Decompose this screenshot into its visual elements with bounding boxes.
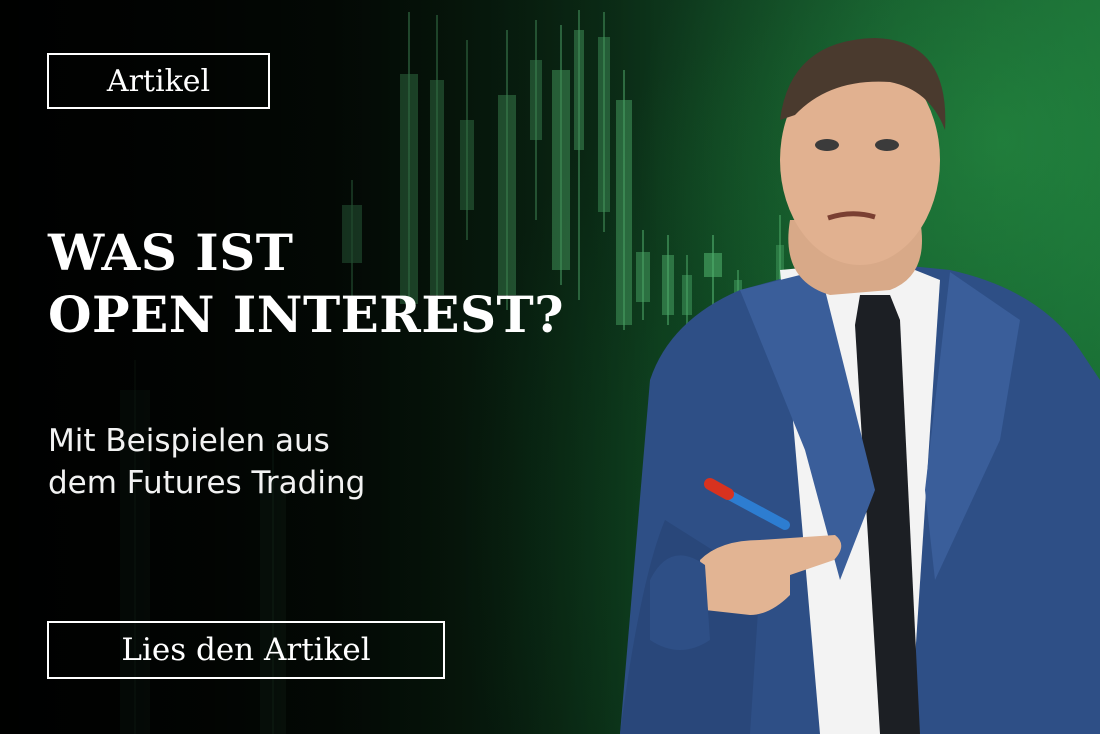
- article-tag-label: Artikel: [106, 63, 211, 99]
- article-tag: Artikel: [47, 53, 270, 109]
- subheadline-line-2: dem Futures Trading: [48, 465, 366, 501]
- read-article-button-label: Lies den Artikel: [121, 632, 371, 668]
- headline: WAS IST OPEN INTEREST?: [48, 222, 648, 346]
- subheadline-line-1: Mit Beispielen aus: [48, 423, 330, 459]
- subheadline: Mit Beispielen aus dem Futures Trading: [48, 420, 568, 504]
- headline-line-2: OPEN INTEREST?: [48, 285, 565, 344]
- read-article-button[interactable]: Lies den Artikel: [47, 621, 445, 679]
- headline-line-1: WAS IST: [48, 223, 294, 282]
- presenter-photo: [620, 38, 1100, 734]
